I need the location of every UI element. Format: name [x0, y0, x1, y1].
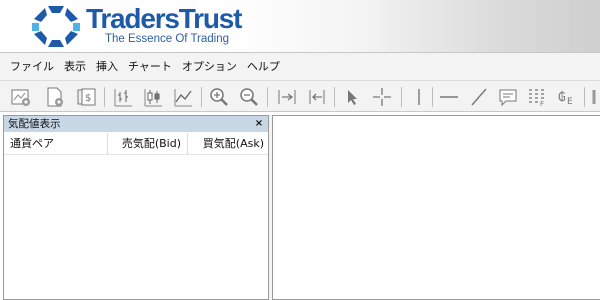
periodicity-icon: ₲ E	[558, 90, 573, 107]
close-icon[interactable]: ×	[253, 116, 265, 132]
toolbar-separator	[584, 87, 585, 107]
text-comment-icon	[499, 89, 517, 107]
toolbar-separator	[104, 87, 105, 107]
crosshair-icon	[373, 88, 391, 106]
zoom-in-button[interactable]	[208, 86, 230, 108]
svg-text:₲: ₲	[558, 90, 566, 104]
menu-charts[interactable]: チャート	[123, 57, 177, 77]
menu-bar: ファイル 表示 挿入 チャート オプション ヘルプ	[0, 52, 600, 80]
toolbar-separator	[267, 87, 268, 107]
brand-tagline: The Essence Of Trading	[105, 33, 230, 45]
zoom-out-button[interactable]	[238, 86, 260, 108]
menu-view[interactable]: 表示	[59, 57, 91, 77]
profiles-icon	[47, 87, 63, 107]
new-chart-button[interactable]	[10, 86, 32, 108]
new-chart-icon	[11, 89, 30, 106]
toolbar-separator	[401, 87, 402, 107]
bar-chart-icon	[114, 89, 132, 107]
column-header-symbol[interactable]: 通貨ペア	[4, 133, 108, 155]
chart-shift-icon	[278, 90, 296, 104]
zoom-in-icon	[210, 88, 228, 106]
auto-scroll-icon	[309, 90, 325, 104]
cursor-icon	[348, 90, 357, 105]
trend-line-button[interactable]	[468, 86, 490, 108]
svg-text:$: $	[85, 93, 91, 104]
market-watch-button[interactable]: $	[76, 86, 98, 108]
market-watch-panel: 気配値表示 × 通貨ペア 売気配(Bid) 買気配(Ask)	[3, 115, 269, 300]
toolbar: $ F ₲ E	[0, 80, 600, 112]
chart-shift-button[interactable]	[276, 86, 298, 108]
candlestick-chart-icon	[144, 89, 162, 107]
fibonacci-icon: F	[529, 89, 544, 108]
brand-banner: TradersTrust The Essence Of Trading	[0, 0, 600, 52]
market-watch-icon: $	[77, 88, 96, 106]
menu-insert[interactable]: 挿入	[91, 57, 123, 77]
svg-text:F: F	[540, 100, 544, 108]
fibonacci-button[interactable]: F	[526, 86, 548, 108]
horizontal-line-button[interactable]	[438, 86, 460, 108]
traderstrust-logo-icon	[32, 6, 80, 47]
toolbar-separator	[432, 87, 433, 107]
cursor-button[interactable]	[341, 86, 363, 108]
menu-options[interactable]: オプション	[177, 57, 242, 77]
horizontal-line-icon	[440, 96, 458, 98]
candlestick-chart-button[interactable]	[142, 86, 164, 108]
line-chart-icon	[174, 89, 192, 107]
bar-chart-button[interactable]	[112, 86, 134, 108]
svg-text:E: E	[567, 97, 573, 107]
chart-workspace[interactable]	[272, 115, 600, 300]
toolbar-separator	[201, 87, 202, 107]
vertical-line-icon	[418, 89, 420, 105]
trend-line-icon	[471, 88, 487, 106]
zoom-out-icon	[240, 88, 258, 106]
text-comment-button[interactable]	[497, 86, 519, 108]
menu-file[interactable]: ファイル	[5, 57, 59, 77]
auto-scroll-button[interactable]	[306, 86, 328, 108]
brand-name: TradersTrust	[86, 3, 242, 34]
profiles-button[interactable]	[44, 86, 66, 108]
toolbar-separator	[334, 87, 335, 107]
menu-help[interactable]: ヘルプ	[242, 57, 285, 77]
crosshair-button[interactable]	[371, 86, 393, 108]
column-header-ask[interactable]: 買気配(Ask)	[188, 133, 268, 155]
line-chart-button[interactable]	[172, 86, 194, 108]
toolbar-overflow-icon	[592, 90, 596, 104]
toolbar-overflow-button[interactable]	[590, 86, 600, 108]
vertical-line-button[interactable]	[408, 86, 430, 108]
market-watch-title: 気配値表示	[4, 116, 268, 132]
column-header-bid[interactable]: 売気配(Bid)	[108, 133, 188, 155]
periodicity-button[interactable]: ₲ E	[556, 86, 578, 108]
